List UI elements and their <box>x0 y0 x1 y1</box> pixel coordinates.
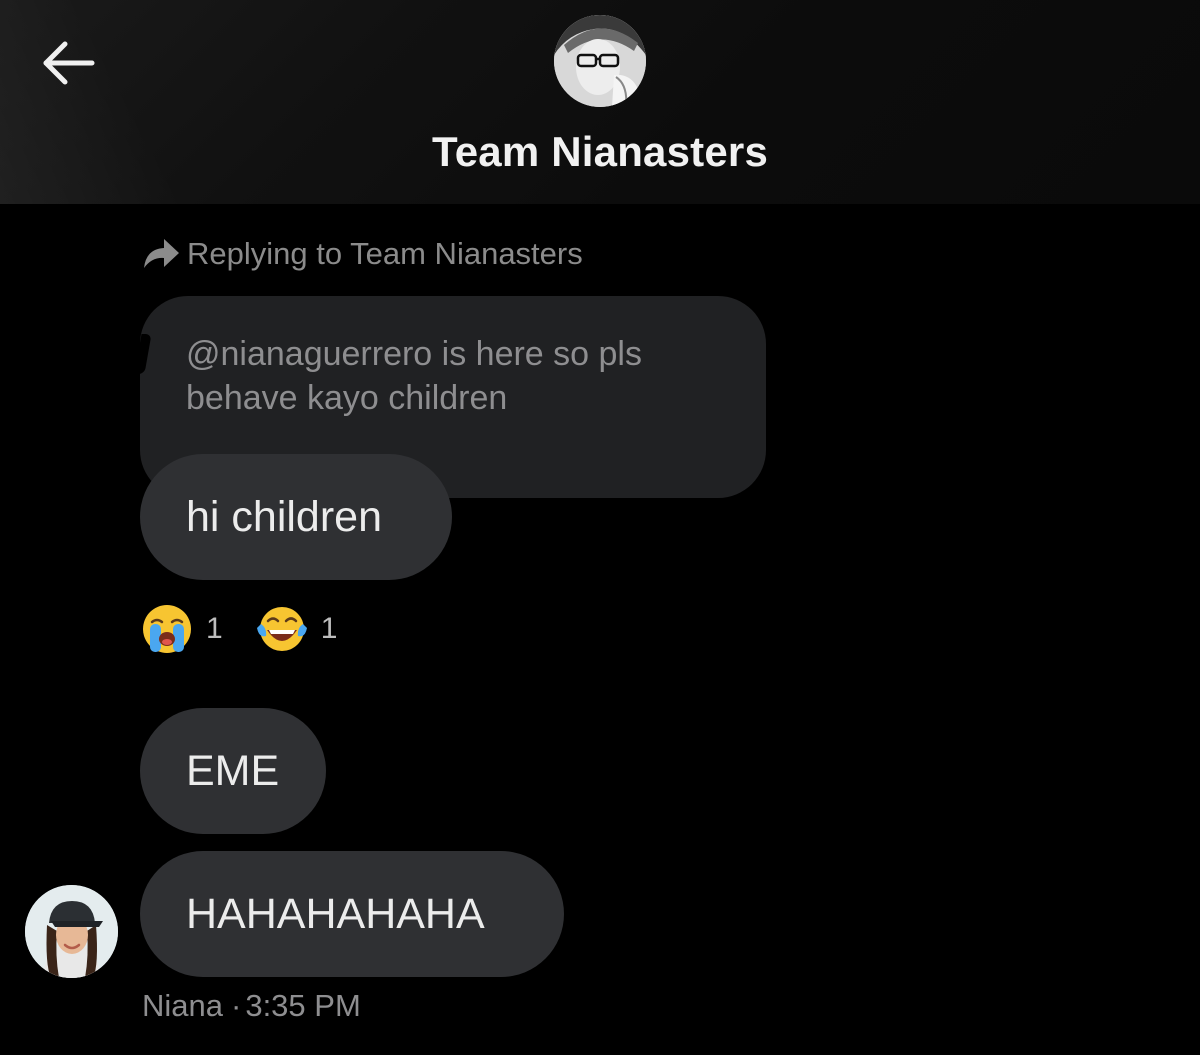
conversation-title[interactable]: Team Nianasters <box>0 128 1200 176</box>
message-reactions: 1 1 <box>140 602 369 656</box>
reaction-count: 1 <box>206 612 223 645</box>
meta-separator: · <box>231 988 242 1023</box>
message-timestamp: 3:35 PM <box>245 988 361 1023</box>
reply-arrow-icon <box>144 239 179 268</box>
face-with-tears-of-joy-emoji <box>256 607 307 651</box>
arrow-left-icon <box>43 41 95 85</box>
reaction-loudly-crying[interactable]: 1 <box>140 602 223 656</box>
conversation-header: Team Nianasters <box>0 0 1200 204</box>
sender-avatar-image <box>25 885 118 978</box>
back-button[interactable] <box>38 36 98 92</box>
loudly-crying-face-emoji <box>143 605 191 653</box>
message-text: HAHAHAHAHA <box>186 889 485 938</box>
message-bubble[interactable]: hi children <box>140 454 452 580</box>
quoted-message-line-2: behave kayo children <box>186 379 508 417</box>
reaction-tears-of-joy[interactable]: 1 <box>255 602 338 656</box>
replying-to-text: Replying to Team Nianasters <box>187 236 583 271</box>
message-meta: Niana · 3:35 PM <box>142 988 361 1024</box>
message-text: hi children <box>186 492 382 541</box>
message-bubble[interactable]: HAHAHAHAHA <box>140 851 564 977</box>
sender-avatar[interactable] <box>25 885 118 978</box>
message-text: EME <box>186 746 280 795</box>
reaction-count: 1 <box>320 612 338 645</box>
group-avatar[interactable] <box>554 15 646 107</box>
sender-name[interactable]: Niana <box>142 988 223 1024</box>
replying-to-indicator: Replying to Team Nianasters <box>142 234 583 274</box>
message-bubble[interactable]: EME <box>140 708 326 834</box>
quoted-message-line-1: @nianaguerrero is here so pls <box>186 335 642 373</box>
group-avatar-image <box>554 15 646 107</box>
